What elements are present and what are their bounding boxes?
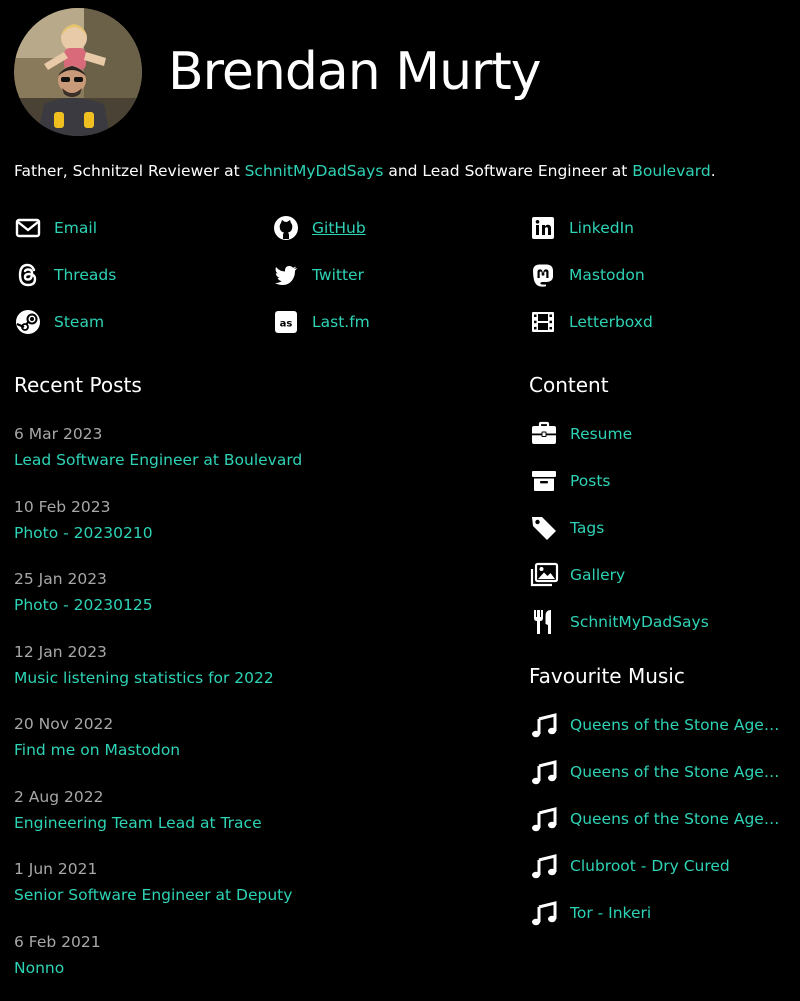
music-note-icon [529, 757, 559, 787]
social-label: Steam [54, 313, 104, 331]
post-date: 6 Mar 2023 [14, 421, 494, 447]
music-note-icon [529, 898, 559, 928]
post-date: 2 Aug 2022 [14, 784, 494, 810]
social-link-twitter[interactable]: Twitter [272, 257, 529, 293]
social-link-github[interactable]: GitHub [272, 210, 529, 246]
schnitmydadsays-link[interactable]: SchnitMyDadSays [245, 162, 384, 180]
music-label: Queens of the Stone Age ... [570, 716, 780, 734]
music-link[interactable]: Queens of the Stone Age ... [529, 701, 789, 748]
social-link-lastfm[interactable]: as Last.fm [272, 304, 529, 340]
content-list: Resume Posts Tags Gallery SchnitMyDadSay… [529, 410, 789, 645]
list-item: 25 Jan 2023Photo - 20230125 [14, 566, 494, 639]
post-date: 12 Jan 2023 [14, 639, 494, 665]
post-link[interactable]: Senior Software Engineer at Deputy [14, 882, 494, 908]
content-link-tags[interactable]: Tags [529, 504, 789, 551]
social-label: Letterboxd [569, 313, 653, 331]
utensils-icon [529, 607, 559, 637]
bio-middle: and Lead Software Engineer at [383, 162, 632, 180]
post-link[interactable]: Engineering Team Lead at Trace [14, 810, 494, 836]
music-link[interactable]: Clubroot - Dry Cured [529, 842, 789, 889]
content-heading: Content [529, 373, 609, 397]
music-note-icon [529, 710, 559, 740]
post-date: 1 Jun 2021 [14, 856, 494, 882]
social-label: Last.fm [312, 313, 370, 331]
music-label: Tor - Inkeri [570, 904, 651, 922]
social-link-linkedin[interactable]: LinkedIn [529, 210, 786, 246]
post-date: 6 Feb 2021 [14, 929, 494, 955]
music-note-icon [529, 851, 559, 881]
post-link[interactable]: Photo - 20230125 [14, 592, 494, 618]
content-label: Posts [570, 472, 611, 490]
profile-header: Brendan Murty [14, 8, 541, 136]
content-label: Gallery [570, 566, 625, 584]
music-link[interactable]: Queens of the Stone Age ... [529, 748, 789, 795]
avatar [14, 8, 142, 136]
social-link-letterboxd[interactable]: Letterboxd [529, 304, 786, 340]
social-label: Twitter [312, 266, 364, 284]
twitter-icon [272, 261, 300, 289]
post-date: 10 Feb 2023 [14, 494, 494, 520]
svg-text:as: as [280, 319, 293, 330]
social-link-threads[interactable]: Threads [14, 257, 272, 293]
music-label: Queens of the Stone Age ... [570, 810, 780, 828]
music-label: Queens of the Stone Age ... [570, 763, 780, 781]
recent-posts-list: 6 Mar 2023Lead Software Engineer at Boul… [14, 421, 494, 1001]
tag-icon [529, 513, 559, 543]
content-label: SchnitMyDadSays [570, 613, 709, 631]
music-link[interactable]: Queens of the Stone Age ... [529, 795, 789, 842]
steam-icon [14, 308, 42, 336]
list-item: 6 Mar 2023Lead Software Engineer at Boul… [14, 421, 494, 494]
threads-icon [14, 261, 42, 289]
music-note-icon [529, 804, 559, 834]
social-links: Email GitHub LinkedIn Threads Twitter Ma… [14, 210, 786, 351]
post-link[interactable]: Nonno [14, 955, 494, 981]
briefcase-icon [529, 419, 559, 449]
content-label: Resume [570, 425, 632, 443]
list-item: 1 Jun 2021Senior Software Engineer at De… [14, 856, 494, 929]
bio-prefix: Father, Schnitzel Reviewer at [14, 162, 245, 180]
list-item: 6 Feb 2021Nonno [14, 929, 494, 1001]
social-link-steam[interactable]: Steam [14, 304, 272, 340]
mastodon-icon [529, 261, 557, 289]
content-label: Tags [570, 519, 604, 537]
bio: Father, Schnitzel Reviewer at SchnitMyDa… [14, 162, 716, 180]
list-item: 20 Nov 2022Find me on Mastodon [14, 711, 494, 784]
post-date: 20 Nov 2022 [14, 711, 494, 737]
post-link[interactable]: Find me on Mastodon [14, 737, 494, 763]
post-link[interactable]: Music listening statistics for 2022 [14, 665, 494, 691]
boulevard-link[interactable]: Boulevard [632, 162, 710, 180]
page-title: Brendan Murty [168, 46, 541, 98]
music-label: Clubroot - Dry Cured [570, 857, 730, 875]
list-item: 2 Aug 2022Engineering Team Lead at Trace [14, 784, 494, 857]
social-label: Threads [54, 266, 116, 284]
envelope-icon [14, 214, 42, 242]
content-link-schnitmydadsays[interactable]: SchnitMyDadSays [529, 598, 789, 645]
images-icon [529, 560, 559, 590]
content-link-resume[interactable]: Resume [529, 410, 789, 457]
music-link[interactable]: Tor - Inkeri [529, 889, 789, 936]
archive-box-icon [529, 466, 559, 496]
social-label: Mastodon [569, 266, 645, 284]
list-item: 10 Feb 2023Photo - 20230210 [14, 494, 494, 567]
bio-suffix: . [711, 162, 716, 180]
social-link-mastodon[interactable]: Mastodon [529, 257, 786, 293]
music-heading: Favourite Music [529, 664, 685, 688]
music-list: Queens of the Stone Age ... Queens of th… [529, 701, 789, 936]
github-icon [272, 214, 300, 242]
content-link-gallery[interactable]: Gallery [529, 551, 789, 598]
post-link[interactable]: Photo - 20230210 [14, 520, 494, 546]
post-link[interactable]: Lead Software Engineer at Boulevard [14, 447, 494, 473]
film-icon [529, 308, 557, 336]
post-date: 25 Jan 2023 [14, 566, 494, 592]
social-label: GitHub [312, 219, 366, 237]
recent-posts-heading: Recent Posts [14, 373, 142, 397]
social-label: LinkedIn [569, 219, 634, 237]
list-item: 12 Jan 2023Music listening statistics fo… [14, 639, 494, 712]
linkedin-icon [529, 214, 557, 242]
lastfm-icon: as [272, 308, 300, 336]
social-label: Email [54, 219, 97, 237]
content-link-posts[interactable]: Posts [529, 457, 789, 504]
social-link-email[interactable]: Email [14, 210, 272, 246]
